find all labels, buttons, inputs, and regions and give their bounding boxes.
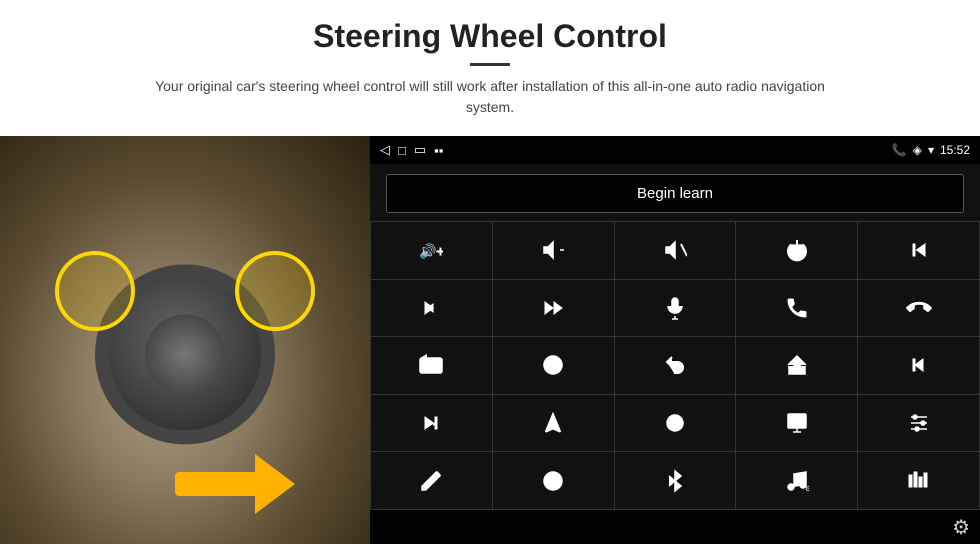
steering-wheel-image: [0, 136, 370, 544]
arrow-head: [255, 454, 295, 514]
view360-button[interactable]: 360°: [493, 337, 614, 394]
vol-down-button[interactable]: [493, 222, 614, 279]
power-button[interactable]: [736, 222, 857, 279]
eq-button[interactable]: [615, 395, 736, 452]
svg-text:360°: 360°: [549, 364, 559, 370]
wifi-status-icon: ▾: [928, 143, 934, 157]
bluetooth-button[interactable]: [615, 452, 736, 509]
icons-grid: 🔊+: [370, 221, 980, 510]
prev-track-button[interactable]: [858, 222, 979, 279]
status-left: ◁ □ ▭ ▪▪: [380, 142, 443, 158]
title-underline: [470, 63, 510, 66]
camera-button[interactable]: [371, 337, 492, 394]
steering-wheel-center: [145, 314, 225, 394]
hang-up-button[interactable]: [858, 280, 979, 337]
signal-icon: ▪▪: [434, 143, 443, 158]
edit-button[interactable]: [371, 452, 492, 509]
svg-text:⚙: ⚙: [805, 485, 809, 493]
recent-nav-icon[interactable]: ▭: [414, 142, 426, 158]
arrow-container: [175, 454, 295, 514]
mic-button[interactable]: [615, 280, 736, 337]
media-button[interactable]: [736, 395, 857, 452]
svg-text:🔊+: 🔊+: [419, 242, 443, 260]
highlight-left-circle: [55, 251, 135, 331]
begin-learn-button[interactable]: Begin learn: [386, 174, 964, 213]
android-ui: ◁ □ ▭ ▪▪ 📞 ◈ ▾ 15:52 Begin learn: [370, 136, 980, 544]
page-container: Steering Wheel Control Your original car…: [0, 0, 980, 544]
skip-fwd-button[interactable]: [371, 395, 492, 452]
vol-up-button[interactable]: 🔊+: [371, 222, 492, 279]
dial-button[interactable]: [493, 452, 614, 509]
back-nav-icon[interactable]: ◁: [380, 142, 390, 158]
status-bar: ◁ □ ▭ ▪▪ 📞 ◈ ▾ 15:52: [370, 136, 980, 164]
highlight-right-circle: [235, 251, 315, 331]
back-button[interactable]: [615, 337, 736, 394]
equalizer-bars-button[interactable]: [858, 452, 979, 509]
settings-bar: ⚙: [370, 510, 980, 544]
clock: 15:52: [940, 143, 970, 157]
page-title: Steering Wheel Control: [60, 18, 920, 55]
fast-fwd-button[interactable]: [493, 280, 614, 337]
arrow-shape: [175, 454, 295, 514]
nav-button[interactable]: [493, 395, 614, 452]
subtitle-text: Your original car's steering wheel contr…: [140, 76, 840, 118]
status-right: 📞 ◈ ▾ 15:52: [892, 143, 970, 157]
mute-button[interactable]: [615, 222, 736, 279]
phone-button[interactable]: [736, 280, 857, 337]
phone-status-icon: 📞: [892, 143, 907, 157]
music-button[interactable]: ⚙: [736, 452, 857, 509]
skip-back-button[interactable]: [858, 337, 979, 394]
home-button[interactable]: [736, 337, 857, 394]
content-row: ◁ □ ▭ ▪▪ 📞 ◈ ▾ 15:52 Begin learn: [0, 136, 980, 544]
home-nav-icon[interactable]: □: [398, 143, 406, 158]
gear-icon[interactable]: ⚙: [952, 515, 970, 540]
settings-button[interactable]: [858, 395, 979, 452]
location-status-icon: ◈: [913, 143, 922, 157]
begin-learn-row: Begin learn: [370, 164, 980, 221]
header-section: Steering Wheel Control Your original car…: [0, 0, 980, 128]
arrow-body: [175, 472, 260, 496]
next-button[interactable]: [371, 280, 492, 337]
